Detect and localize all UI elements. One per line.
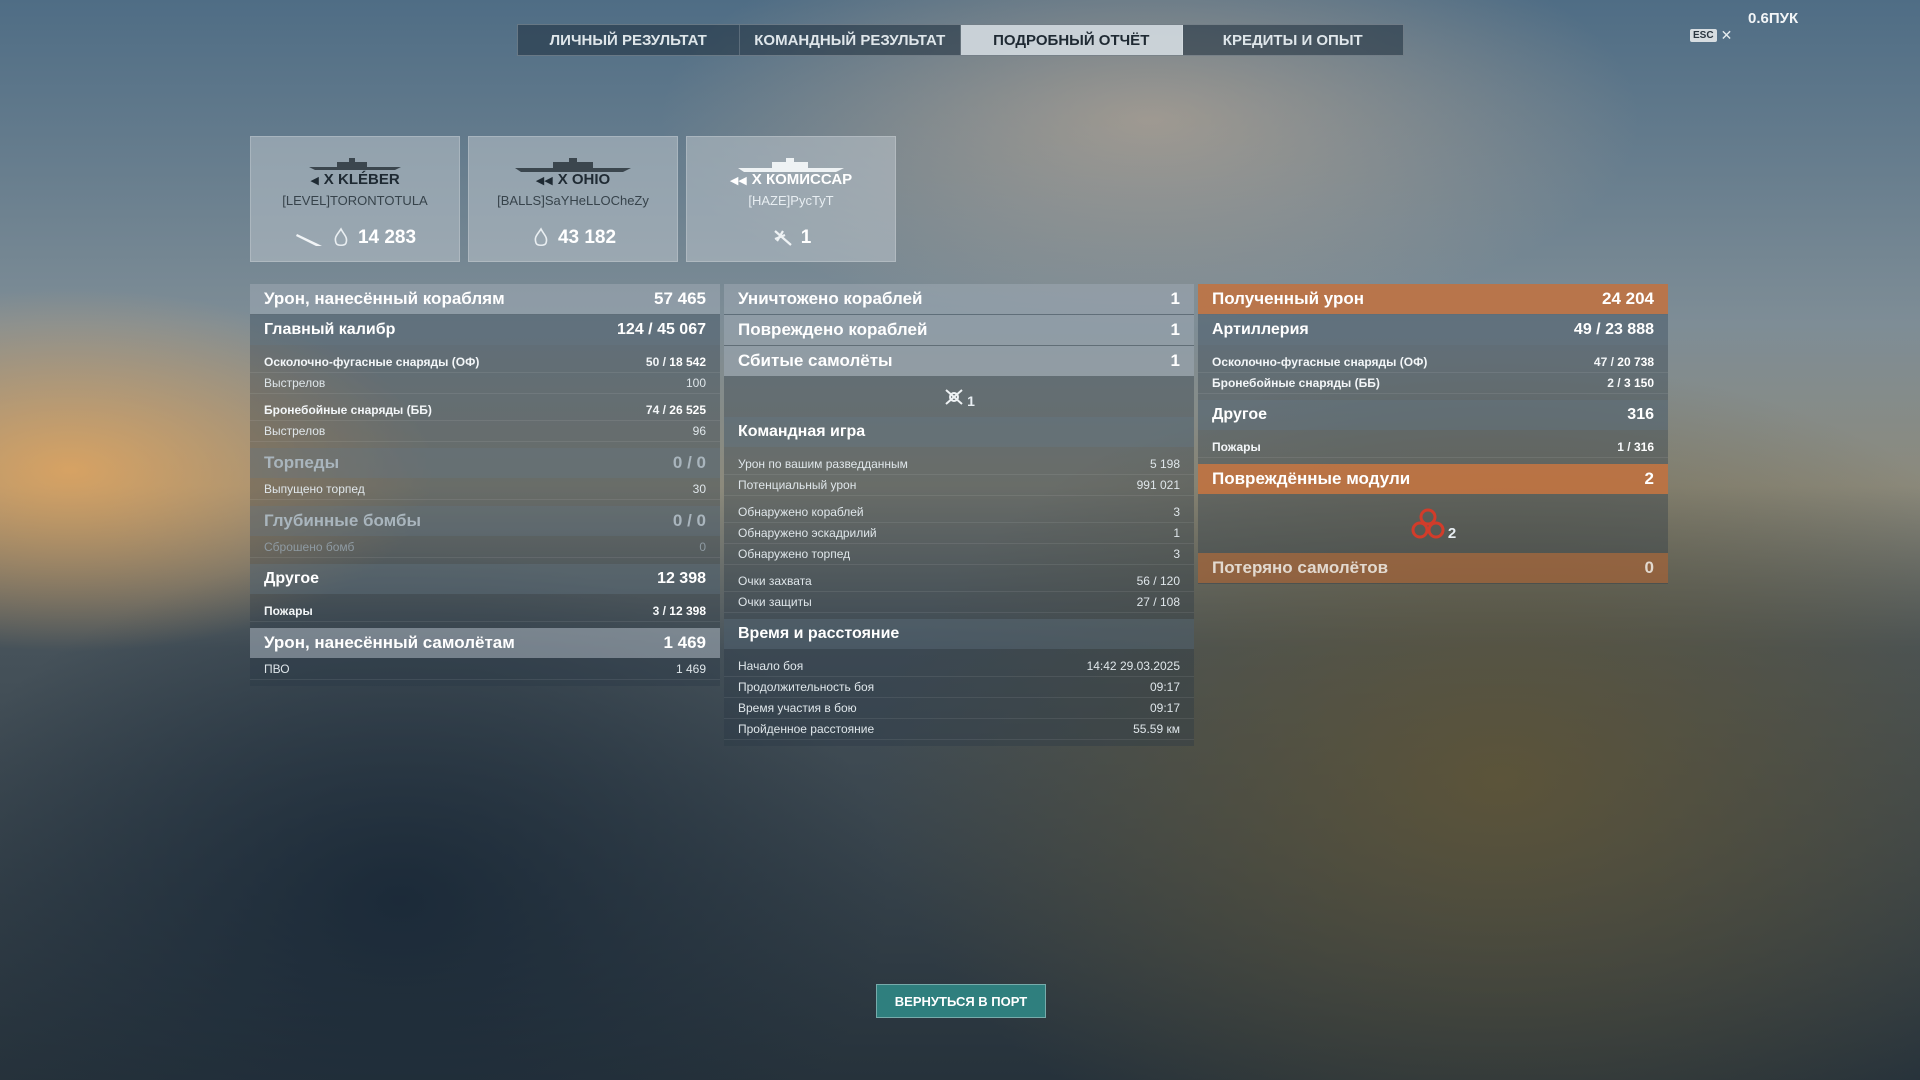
torpedoes-spotted-row: Обнаружено торпед 3 [724,544,1194,565]
fire-icon [334,227,348,247]
main-caliber-header: Главный калибр 124 / 45 067 [250,315,720,345]
damage-received-header: Полученный урон 24 204 [1198,284,1668,314]
ship-name: ◀◀ X OHIO [535,171,611,188]
torpedoes-header: Торпеды 0 / 0 [250,448,720,478]
plane-shot-icon [945,389,963,405]
depth-charges-header: Глубинные бомбы 0 / 0 [250,506,720,536]
fires-row: Пожары 3 / 12 398 [250,601,720,622]
ship-card-kleber[interactable]: ◀ X KLÉBER [LEVEL]TORONTOTULA 14 283 [250,136,460,262]
other-received-header: Другое 316 [1198,400,1668,430]
ap-shots-row: Выстрелов 96 [250,421,720,442]
player-name: [BALLS]SaYHeLLOCheZy [497,193,649,208]
card-stat: 43 182 [469,227,677,249]
battle-duration-row: Продолжительность боя 09:17 [724,677,1194,698]
other-damage-header: Другое 12 398 [250,564,720,594]
tab-detailed-report[interactable]: ПОДРОБНЫЙ ОТЧЁТ [961,25,1183,55]
fire-icon [534,227,548,247]
damage-dealt-panel: Урон, нанесённый кораблям 57 465 Главный … [250,284,720,686]
return-to-port-button[interactable]: ВЕРНУТЬСЯ В ПОРТ [876,984,1046,1018]
battle-start-row: Начало боя 14:42 29.03.2025 [724,656,1194,677]
player-name: [HAZE]PycTyT [748,193,834,208]
ship-name: ◀ X KLÉBER [310,171,400,188]
module-damage-icon [1411,508,1445,539]
ship-card-komissar[interactable]: ◀◀ X КОМИССАР [HAZE]PycTyT 1 [686,136,896,262]
planes-shot-count: 1 [967,393,975,409]
ships-damaged-header: Повреждено кораблей 1 [724,315,1194,345]
time-distance-header: Время и расстояние [724,619,1194,649]
damage-received-panel: Полученный урон 24 204 Артиллерия 49 / 23 … [1198,284,1668,584]
squadrons-spotted-row: Обнаружено эскадрилий 1 [724,523,1194,544]
capture-points-row: Очки захвата 56 / 120 [724,571,1194,592]
tab-team-result[interactable]: КОМАНДНЫЙ РЕЗУЛЬТАТ [740,25,961,55]
torpedoes-launched-row: Выпущено торпед 30 [250,479,720,500]
damaged-modules-count: 2 [1447,524,1457,542]
result-tabs: ЛИЧНЫЙ РЕЗУЛЬТАТ КОМАНДНЫЙ РЕЗУЛЬТАТ ПОД… [517,24,1404,56]
ships-destroyed-header: Уничтожено кораблей 1 [724,284,1194,314]
destroyer-class-icon: ◀ [310,175,319,187]
defense-points-row: Очки защиты 27 / 108 [724,592,1194,613]
close-button[interactable]: ESC ✕ [1690,27,1732,44]
damaged-modules-icons: 2 [1198,495,1668,553]
he-received-row: Осколочно-фугасные снаряды (ОФ) 47 / 20 7… [1198,352,1668,373]
aa-row: ПВО 1 469 [250,659,720,680]
damaged-modules-header: Повреждённые модули 2 [1198,464,1668,494]
planes-lost-header: Потеряно самолётов 0 [1198,553,1668,583]
damage-ships-header: Урон, нанесённый кораблям 57 465 [250,284,720,314]
bombs-dropped-row: Сброшено бомб 0 [250,537,720,558]
ships-spotted-row: Обнаружено кораблей 3 [724,502,1194,523]
planes-shot-header: Сбитые самолёты 1 [724,346,1194,376]
spotting-damage-row: Урон по вашим разведданным 5 198 [724,454,1194,475]
esc-key-label: ESC [1690,29,1717,42]
ap-shells-row: Бронебойные снаряды (ББ) 74 / 26 525 [250,400,720,421]
he-shells-row: Осколочно-фугасные снаряды (ОФ) 50 / 18 5… [250,352,720,373]
card-stat: 14 283 [251,227,459,249]
close-icon: ✕ [1720,27,1733,43]
battleship-class-icon: ◀◀ [535,175,553,187]
plane-shot-icon [773,230,792,246]
fires-received-row: Пожары 1 / 316 [1198,437,1668,458]
planes-shot-icons: 1 [724,377,1194,417]
potential-damage-row: Потенциальный урон 991 021 [724,475,1194,496]
battle-summary-panel: Уничтожено кораблей 1 Повреждено кораблей… [724,284,1194,746]
tab-credits-xp[interactable]: КРЕДИТЫ И ОПЫТ [1183,25,1404,55]
card-stat-value: 43 182 [557,227,617,248]
participation-time-row: Время участия в бою 09:17 [724,698,1194,719]
ap-received-row: Бронебойные снаряды (ББ) 2 / 3 150 [1198,373,1668,394]
card-stat-value: 14 283 [357,227,417,248]
distance-row: Пройденное расстояние 55.59 км [724,719,1194,740]
tab-personal-result[interactable]: ЛИЧНЫЙ РЕЗУЛЬТАТ [518,25,740,55]
ship-silhouette-icon [309,158,401,170]
ship-name: ◀◀ X КОМИССАР [729,171,853,188]
ship-card-ohio[interactable]: ◀◀ X OHIO [BALLS]SaYHeLLOCheZy 43 182 [468,136,678,262]
damage-planes-header: Урон, нанесённый самолётам 1 469 [250,628,720,658]
version-label: 0.6ПУК [1748,10,1799,27]
card-stat: 1 [687,227,895,249]
artillery-header: Артиллерия 49 / 23 888 [1198,315,1668,345]
card-stat-value: 1 [800,227,812,248]
cruiser-class-icon: ◀◀ [729,175,747,187]
torpedo-icon [295,234,322,246]
player-name: [LEVEL]TORONTOTULA [282,193,428,208]
he-shots-row: Выстрелов 100 [250,373,720,394]
teamplay-header: Командная игра [724,417,1194,447]
